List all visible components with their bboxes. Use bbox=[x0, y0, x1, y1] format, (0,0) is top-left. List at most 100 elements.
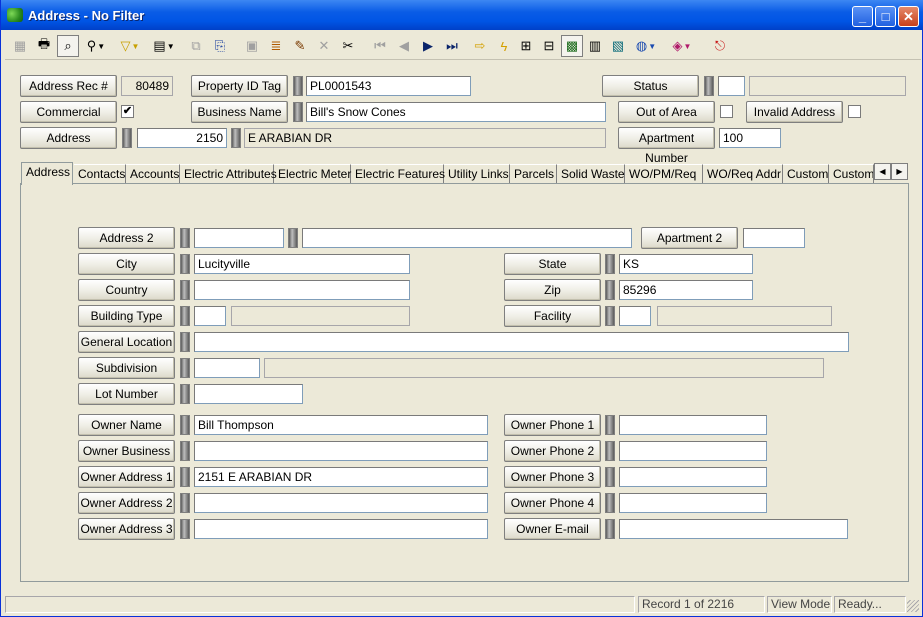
chevron-right-icon[interactable]: ▶ bbox=[891, 163, 908, 180]
lock-icon[interactable] bbox=[180, 493, 190, 513]
tab-utility-links[interactable]: Utility Links bbox=[444, 164, 510, 184]
lock-icon[interactable] bbox=[231, 128, 241, 148]
world-icon[interactable]: ◍ ▼ bbox=[630, 35, 662, 57]
lock-icon[interactable] bbox=[288, 228, 298, 248]
prev-record-icon[interactable]: ◀ bbox=[393, 35, 415, 57]
globe-map-icon[interactable]: ▧ bbox=[607, 35, 629, 57]
owner-name-field[interactable]: Bill Thompson bbox=[194, 415, 488, 435]
book-icon[interactable]: ◈ ▼ bbox=[666, 35, 698, 57]
save-icon[interactable]: ▣ bbox=[241, 35, 263, 57]
subdivision-button[interactable]: Subdivision bbox=[78, 357, 175, 379]
owner-phone4-button[interactable]: Owner Phone 4 bbox=[504, 492, 601, 514]
tab-electric-features[interactable]: Electric Features bbox=[351, 164, 445, 184]
lock-icon[interactable] bbox=[180, 306, 190, 326]
zip-button[interactable]: Zip bbox=[504, 279, 601, 301]
goto-icon[interactable]: ⇨ bbox=[469, 35, 491, 57]
invalid-address-checkbox[interactable] bbox=[848, 105, 861, 118]
owner-phone3-button[interactable]: Owner Phone 3 bbox=[504, 466, 601, 488]
apartment-number-button[interactable]: Apartment Number bbox=[618, 127, 715, 165]
apartment2-button[interactable]: Apartment 2 bbox=[641, 227, 738, 249]
chevron-down-icon[interactable]: ▼ bbox=[132, 42, 140, 51]
owner-phone4-field[interactable] bbox=[619, 493, 767, 513]
lock-icon[interactable] bbox=[180, 384, 190, 404]
lock-icon[interactable] bbox=[180, 441, 190, 461]
tab-wo-req-addr[interactable]: WO/Req Addr bbox=[703, 164, 783, 184]
paste-icon[interactable]: ⎘ bbox=[209, 35, 231, 57]
lock-icon[interactable] bbox=[605, 519, 615, 539]
property-id-field[interactable]: PL0001543 bbox=[306, 76, 471, 96]
tab-solid-waste[interactable]: Solid Waste bbox=[557, 164, 625, 184]
owner-address2-button[interactable]: Owner Address 2 bbox=[78, 492, 175, 514]
map-icon[interactable]: ⊞ bbox=[515, 35, 537, 57]
status-code-field[interactable] bbox=[718, 76, 745, 96]
tab-parcels[interactable]: Parcels bbox=[510, 164, 557, 184]
delete-icon[interactable]: ✕ bbox=[313, 35, 335, 57]
general-location-field[interactable] bbox=[194, 332, 849, 352]
lock-icon[interactable] bbox=[122, 128, 132, 148]
lock-icon[interactable] bbox=[180, 519, 190, 539]
lock-icon[interactable] bbox=[180, 332, 190, 352]
lot-number-button[interactable]: Lot Number bbox=[78, 383, 175, 405]
property-id-button[interactable]: Property ID Tag bbox=[191, 75, 288, 97]
owner-name-button[interactable]: Owner Name bbox=[78, 414, 175, 436]
owner-email-button[interactable]: Owner E-mail bbox=[504, 518, 601, 540]
lock-icon[interactable] bbox=[180, 228, 190, 248]
lock-icon[interactable] bbox=[180, 280, 190, 300]
stack-icon[interactable]: ≣ bbox=[265, 35, 287, 57]
out-of-area-button[interactable]: Out of Area bbox=[618, 101, 715, 123]
apartment2-field[interactable] bbox=[743, 228, 805, 248]
state-button[interactable]: State bbox=[504, 253, 601, 275]
lock-icon[interactable] bbox=[605, 254, 615, 274]
print-icon[interactable]: 🖶 bbox=[33, 35, 55, 57]
lock-icon[interactable] bbox=[605, 467, 615, 487]
tab-custom[interactable]: Custom bbox=[783, 164, 829, 184]
resize-grip-icon[interactable] bbox=[907, 600, 919, 612]
subdivision-code-field[interactable] bbox=[194, 358, 260, 378]
tab-custom-2[interactable]: Custom bbox=[829, 164, 874, 184]
close-button[interactable]: ✕ bbox=[898, 6, 919, 27]
chevron-left-icon[interactable]: ◀ bbox=[874, 163, 891, 180]
tab-electric-meter[interactable]: Electric Meter bbox=[274, 164, 351, 184]
tab-address[interactable]: Address bbox=[21, 162, 73, 185]
owner-phone2-field[interactable] bbox=[619, 441, 767, 461]
edit-icon[interactable]: ✎ bbox=[289, 35, 311, 57]
building-type-code-field[interactable] bbox=[194, 306, 226, 326]
chevron-down-icon[interactable]: ▼ bbox=[684, 42, 692, 51]
exit-icon[interactable]: ⎋ bbox=[709, 35, 731, 57]
status-button[interactable]: Status bbox=[602, 75, 699, 97]
maximize-button[interactable]: □ bbox=[875, 6, 896, 27]
business-name-field[interactable]: Bill's Snow Cones bbox=[306, 102, 606, 122]
country-field[interactable] bbox=[194, 280, 410, 300]
lock-icon[interactable] bbox=[605, 415, 615, 435]
out-of-area-checkbox[interactable] bbox=[720, 105, 733, 118]
chart-icon[interactable]: ▩ bbox=[561, 35, 583, 57]
lock-icon[interactable] bbox=[605, 493, 615, 513]
address2-field-a[interactable] bbox=[194, 228, 284, 248]
tree-icon[interactable]: ⊟ bbox=[538, 35, 560, 57]
tab-accounts[interactable]: Accounts bbox=[126, 164, 180, 184]
lock-icon[interactable] bbox=[180, 467, 190, 487]
facility-code-field[interactable] bbox=[619, 306, 651, 326]
lock-icon[interactable] bbox=[605, 441, 615, 461]
facility-button[interactable]: Facility bbox=[504, 305, 601, 327]
building-type-button[interactable]: Building Type bbox=[78, 305, 175, 327]
chevron-down-icon[interactable]: ▼ bbox=[648, 42, 656, 51]
commercial-checkbox[interactable]: ✔ bbox=[121, 105, 134, 118]
next-record-icon[interactable]: ▶ bbox=[417, 35, 439, 57]
general-location-button[interactable]: General Location bbox=[78, 331, 175, 353]
address2-button[interactable]: Address 2 bbox=[78, 227, 175, 249]
city-field[interactable]: Lucityville bbox=[194, 254, 410, 274]
lock-icon[interactable] bbox=[605, 306, 615, 326]
report-icon[interactable]: ▤ ▼ bbox=[149, 35, 179, 57]
find-icon[interactable]: ⚲ ▼ bbox=[81, 35, 111, 57]
business-name-button[interactable]: Business Name bbox=[191, 101, 288, 123]
city-button[interactable]: City bbox=[78, 253, 175, 275]
address2-field-b[interactable] bbox=[302, 228, 632, 248]
chevron-down-icon[interactable]: ▼ bbox=[97, 42, 105, 51]
owner-address1-field[interactable]: 2151 E ARABIAN DR bbox=[194, 467, 488, 487]
lock-icon[interactable] bbox=[704, 76, 714, 96]
preview-icon[interactable]: ⌕ bbox=[57, 35, 79, 57]
owner-phone2-button[interactable]: Owner Phone 2 bbox=[504, 440, 601, 462]
owner-business-field[interactable] bbox=[194, 441, 488, 461]
tab-contacts[interactable]: Contacts bbox=[74, 164, 126, 184]
